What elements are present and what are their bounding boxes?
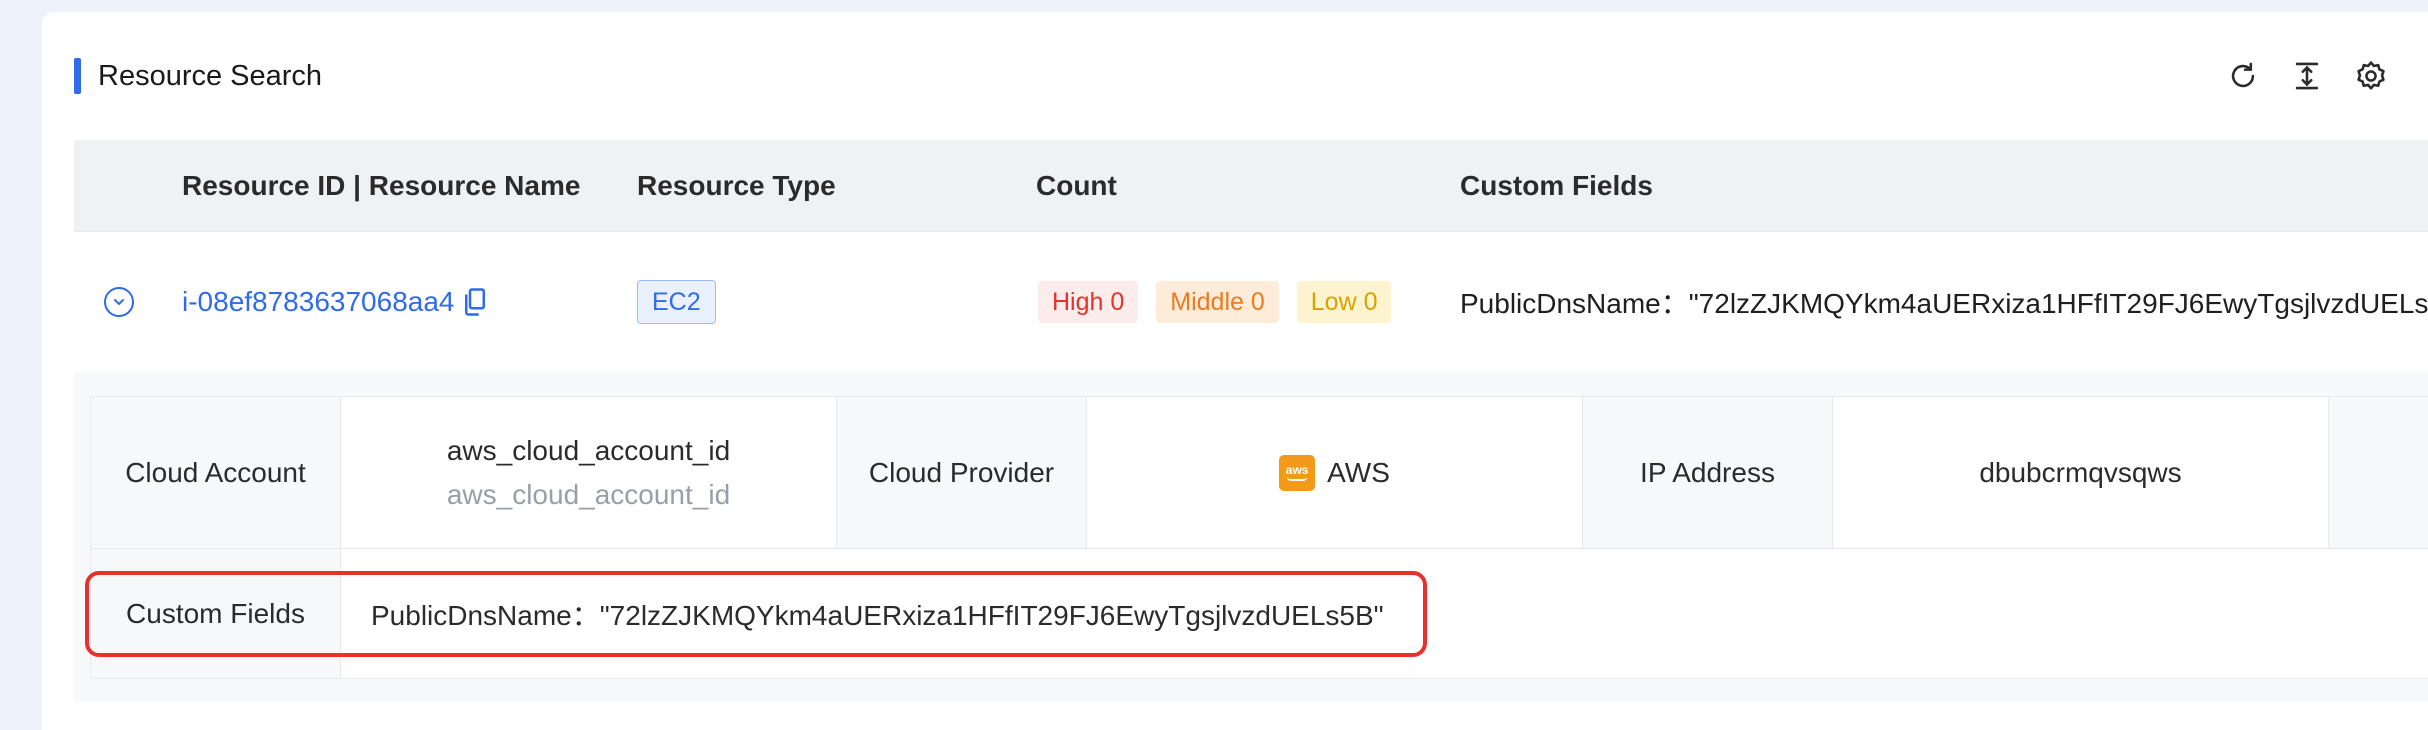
ip-address-value: dbubcrmqvsqws bbox=[1833, 397, 2329, 549]
toolbar bbox=[2224, 56, 2390, 96]
resource-id-cell: i-08ef8783637068aa4 bbox=[182, 232, 488, 372]
column-height-icon bbox=[2295, 62, 2319, 90]
count-cell: High 0 Middle 0 Low 0 bbox=[1038, 232, 1409, 372]
table-row: i-08ef8783637068aa4 EC2 High 0 Middle 0 … bbox=[74, 232, 2428, 372]
settings-button[interactable] bbox=[2352, 56, 2390, 96]
card-header: Resource Search bbox=[42, 12, 2428, 140]
column-height-button[interactable] bbox=[2288, 56, 2326, 96]
detail-overflow-cell bbox=[2329, 397, 2428, 549]
cloud-account-label: Cloud Account bbox=[91, 397, 341, 549]
middle-risk-badge[interactable]: Middle 0 bbox=[1156, 281, 1279, 323]
resource-id-link[interactable]: i-08ef8783637068aa4 bbox=[182, 286, 454, 318]
resource-search-card: Resource Search Resource ID | Resource N… bbox=[42, 12, 2428, 730]
resource-type-cell: EC2 bbox=[637, 232, 716, 372]
title-accent-bar bbox=[74, 58, 81, 94]
cloud-account-value-cell: aws_cloud_account_id aws_cloud_account_i… bbox=[341, 397, 837, 549]
copy-icon[interactable] bbox=[462, 287, 488, 317]
detail-grid: Cloud Account aws_cloud_account_id aws_c… bbox=[90, 396, 2428, 679]
custom-fields-value: PublicDnsName："72lzZJKMQYkm4aUERxiza1HFf… bbox=[1460, 288, 2428, 319]
detail-custom-fields-label: Custom Fields bbox=[91, 549, 341, 679]
expand-cell bbox=[104, 232, 134, 372]
aws-logo-icon: aws bbox=[1279, 454, 1316, 491]
custom-fields-cell: PublicDnsName："72lzZJKMQYkm4aUERxiza1HFf… bbox=[1460, 232, 2428, 372]
column-resource-type[interactable]: Resource Type bbox=[637, 140, 836, 232]
refresh-icon bbox=[2231, 62, 2255, 88]
resource-type-tag: EC2 bbox=[637, 280, 716, 324]
page-title: Resource Search bbox=[98, 60, 323, 92]
settings-icon bbox=[2357, 61, 2385, 90]
detail-custom-fields-value: PublicDnsName："72lzZJKMQYkm4aUERxiza1HFf… bbox=[341, 549, 2428, 679]
refresh-button[interactable] bbox=[2224, 56, 2262, 96]
cloud-provider-value: AWS bbox=[1327, 456, 1390, 488]
column-resource[interactable]: Resource ID | Resource Name bbox=[182, 140, 580, 232]
cloud-provider-label: Cloud Provider bbox=[837, 397, 1087, 549]
low-risk-badge[interactable]: Low 0 bbox=[1296, 281, 1392, 323]
ip-address-label: IP Address bbox=[1583, 397, 1833, 549]
cloud-provider-value-cell: aws AWS bbox=[1087, 397, 1583, 549]
cloud-account-value: aws_cloud_account_id bbox=[446, 434, 731, 466]
column-count[interactable]: Count bbox=[1036, 140, 1117, 232]
column-custom-fields[interactable]: Custom Fields bbox=[1460, 140, 1653, 232]
expand-row-button[interactable] bbox=[104, 287, 134, 317]
resource-table: Resource ID | Resource Name Resource Typ… bbox=[74, 140, 2428, 702]
row-detail-panel: Cloud Account aws_cloud_account_id aws_c… bbox=[74, 372, 2428, 702]
chevron-down-icon bbox=[114, 299, 124, 305]
cloud-account-subvalue: aws_cloud_account_id bbox=[446, 478, 731, 510]
table-header: Resource ID | Resource Name Resource Typ… bbox=[74, 140, 2428, 232]
high-risk-badge[interactable]: High 0 bbox=[1038, 281, 1139, 323]
